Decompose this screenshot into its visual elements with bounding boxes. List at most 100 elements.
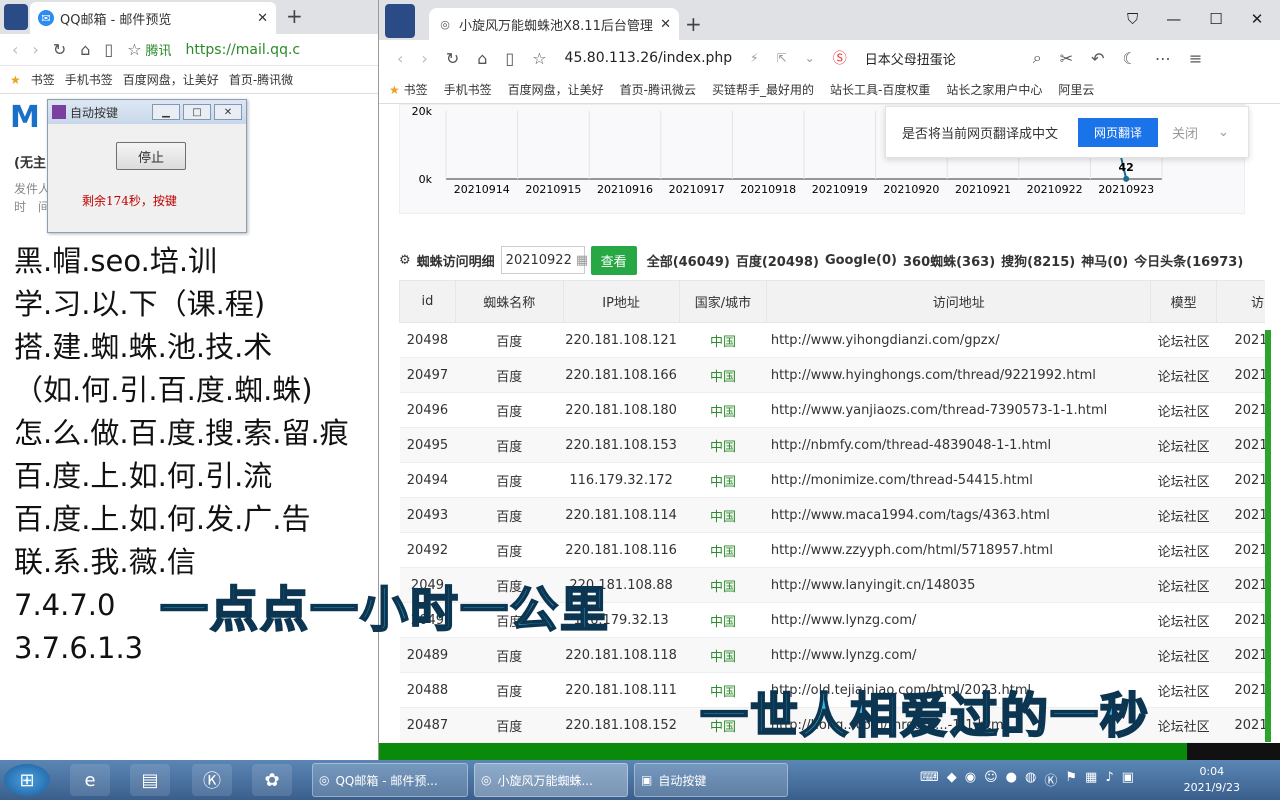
left-active-tab[interactable]: ✉ QQ邮箱 - 邮件预览 ✕ bbox=[30, 2, 276, 34]
cell-url[interactable]: http://www.hyinghongs.com/thread/9221992… bbox=[766, 357, 1151, 393]
tray-app-icon[interactable]: ▣ bbox=[1122, 770, 1134, 789]
reload-icon[interactable]: ↻ bbox=[446, 49, 459, 68]
stop-button[interactable]: 停止 bbox=[116, 142, 186, 170]
cell-url[interactable]: http://www.lynzg.com/ bbox=[766, 602, 1151, 638]
dialog-titlebar[interactable]: 自动按键 ▁ □ ✕ bbox=[48, 100, 246, 124]
cell-time: 2021-0 bbox=[1216, 392, 1265, 428]
minimize-window-icon[interactable]: — bbox=[1166, 10, 1181, 28]
tencent-label: 腾讯 bbox=[145, 44, 172, 59]
bookmark-item[interactable]: 买链帮手_最好用的 bbox=[712, 81, 814, 98]
bookmark-item[interactable]: 百度网盘，让美好 bbox=[123, 71, 219, 88]
stat-toutiao[interactable]: 今日头条(16973) bbox=[1134, 251, 1243, 270]
tray-app-icon[interactable]: ☺ bbox=[984, 770, 998, 789]
volume-icon[interactable]: ♪ bbox=[1105, 770, 1113, 789]
back-icon[interactable]: ‹ bbox=[12, 40, 18, 59]
close-translate-button[interactable]: 关闭 bbox=[1172, 123, 1198, 142]
forward-icon[interactable]: › bbox=[32, 40, 38, 59]
bookmark-item[interactable]: 站长工具-百度权重 bbox=[830, 81, 930, 98]
keyboard-icon[interactable]: ⌨ bbox=[920, 770, 939, 789]
k-tray-icon[interactable]: Ⓚ bbox=[1044, 770, 1057, 789]
ie-icon[interactable]: e bbox=[70, 764, 110, 796]
taskbar-item-autokey[interactable]: ▣ 自动按键 bbox=[634, 763, 788, 797]
cell-url[interactable]: http://www.lanyingit.cn/148035 bbox=[766, 567, 1151, 603]
bookmark-item[interactable]: 站长之家用户中心 bbox=[946, 81, 1042, 98]
search-icon[interactable]: ⌕ bbox=[1033, 48, 1042, 68]
forward-icon[interactable]: › bbox=[421, 49, 427, 68]
start-button[interactable]: ⊞ bbox=[4, 764, 50, 796]
chevron-down-icon[interactable]: ⌄ bbox=[805, 51, 815, 65]
moon-icon[interactable]: ☾ bbox=[1123, 49, 1137, 68]
cloud-app-icon[interactable]: ✿ bbox=[252, 764, 292, 796]
cell-url[interactable]: http://www.maca1994.com/tags/4363.html bbox=[766, 497, 1151, 533]
maximize-icon[interactable]: □ bbox=[183, 104, 211, 120]
network-icon[interactable]: ▦ bbox=[1085, 770, 1097, 789]
cell-url[interactable]: http://nbmfy.com/thread-4839048-1-1.html bbox=[766, 427, 1151, 463]
view-button[interactable]: 查看 bbox=[590, 245, 637, 275]
bookmark-item[interactable]: 首页-腾讯微云 bbox=[620, 81, 696, 98]
right-active-tab[interactable]: ◎ 小旋风万能蜘蛛池X8.11后台管理 ✕ bbox=[429, 8, 679, 40]
undo-icon[interactable]: ↶ bbox=[1091, 49, 1104, 68]
address-field[interactable]: https://mail.qq.c bbox=[186, 42, 301, 58]
share-icon[interactable]: ⇱ bbox=[777, 51, 787, 65]
close-icon[interactable]: ✕ bbox=[214, 104, 242, 120]
new-tab-button[interactable]: + bbox=[286, 4, 303, 28]
minimize-icon[interactable]: ▁ bbox=[152, 104, 180, 120]
stat-google[interactable]: Google(0) bbox=[825, 253, 897, 268]
system-clock[interactable]: 0:04 2021/9/23 bbox=[1184, 764, 1240, 796]
stat-all[interactable]: 全部(46049) bbox=[647, 251, 730, 270]
lightning-icon[interactable]: ⚡ bbox=[750, 51, 758, 65]
stat-360[interactable]: 360蜘蛛(363) bbox=[903, 251, 995, 270]
k-app-icon[interactable]: Ⓚ bbox=[192, 764, 232, 796]
bookmark-item[interactable]: ★ 书签 bbox=[389, 81, 428, 98]
back-icon[interactable]: ‹ bbox=[397, 49, 403, 68]
star-icon[interactable]: ☆ bbox=[532, 49, 546, 68]
tray-app-icon[interactable]: ◆ bbox=[947, 770, 957, 789]
cell-url[interactable]: http://monimize.com/thread-54415.html bbox=[766, 462, 1151, 498]
taskbar-item-spider[interactable]: ◎ 小旋风万能蜘蛛... bbox=[474, 763, 628, 797]
date-input[interactable]: 20210922 ▦ bbox=[500, 246, 588, 274]
right-browser-avatar[interactable] bbox=[385, 4, 415, 38]
tray-app-icon[interactable]: ◍ bbox=[1025, 770, 1036, 789]
search-field[interactable]: 日本父母扭蛋论 bbox=[865, 49, 1015, 68]
reload-icon[interactable]: ↻ bbox=[53, 40, 66, 59]
cell-url[interactable]: http://www.zzyyph.com/html/5718957.html bbox=[766, 532, 1151, 568]
scrollbar[interactable] bbox=[1265, 330, 1271, 742]
address-field[interactable]: 45.80.113.26/index.php bbox=[565, 50, 733, 66]
taskbar-item-qqmail[interactable]: ◎ QQ邮箱 - 邮件预... bbox=[312, 763, 468, 797]
close-window-icon[interactable]: ✕ bbox=[1251, 10, 1264, 28]
home-icon[interactable]: ⌂ bbox=[477, 49, 487, 68]
bookmark-item[interactable]: 百度网盘，让美好 bbox=[508, 81, 604, 98]
bookmark-item[interactable]: 手机书签 bbox=[444, 81, 492, 98]
star-icon[interactable]: ☆ bbox=[127, 40, 141, 59]
new-tab-button[interactable]: + bbox=[685, 12, 702, 36]
flag-icon[interactable]: ⚑ bbox=[1065, 770, 1077, 789]
chevron-down-icon[interactable]: ⌄ bbox=[1218, 125, 1229, 140]
close-tab-icon[interactable]: ✕ bbox=[660, 17, 671, 32]
more-icon[interactable]: ⋯ bbox=[1155, 49, 1171, 68]
bookmark-item[interactable]: 阿里云 bbox=[1058, 81, 1094, 98]
maximize-window-icon[interactable]: ☐ bbox=[1209, 10, 1222, 28]
tray-app-icon[interactable]: ◉ bbox=[965, 770, 976, 789]
cell-url[interactable]: http://www.yihongdianzi.com/gpzx/ bbox=[766, 322, 1151, 358]
stat-baidu[interactable]: 百度(20498) bbox=[736, 251, 819, 270]
bookmark-item[interactable]: 书签 bbox=[31, 71, 55, 88]
reader-icon[interactable]: ▯ bbox=[104, 40, 113, 59]
scissors-icon[interactable]: ✂ bbox=[1060, 49, 1073, 68]
home-icon[interactable]: ⌂ bbox=[80, 40, 90, 59]
stat-sogou[interactable]: 搜狗(8215) bbox=[1001, 251, 1075, 270]
translate-button[interactable]: 网页翻译 bbox=[1078, 117, 1159, 147]
left-browser-avatar[interactable] bbox=[4, 4, 28, 30]
stat-shenma[interactable]: 神马(0) bbox=[1081, 251, 1128, 270]
cell-url[interactable]: http://www.lynzg.com/ bbox=[766, 637, 1151, 673]
cell-url[interactable]: http://www.yanjiaozs.com/thread-7390573-… bbox=[766, 392, 1151, 428]
folder-icon[interactable]: ▤ bbox=[130, 764, 170, 796]
cell-id: 20497 bbox=[399, 357, 456, 393]
bookmark-item[interactable]: 首页-腾讯微 bbox=[229, 71, 293, 88]
menu-icon[interactable]: ≡ bbox=[1189, 49, 1202, 68]
shirt-icon[interactable]: ⛉ bbox=[1127, 10, 1138, 28]
record-icon[interactable]: ● bbox=[1006, 770, 1017, 789]
close-tab-icon[interactable]: ✕ bbox=[257, 11, 268, 26]
reader-icon[interactable]: ▯ bbox=[505, 49, 514, 68]
search-engine-icon[interactable]: Ⓢ bbox=[833, 48, 847, 68]
bookmark-item[interactable]: 手机书签 bbox=[65, 71, 113, 88]
